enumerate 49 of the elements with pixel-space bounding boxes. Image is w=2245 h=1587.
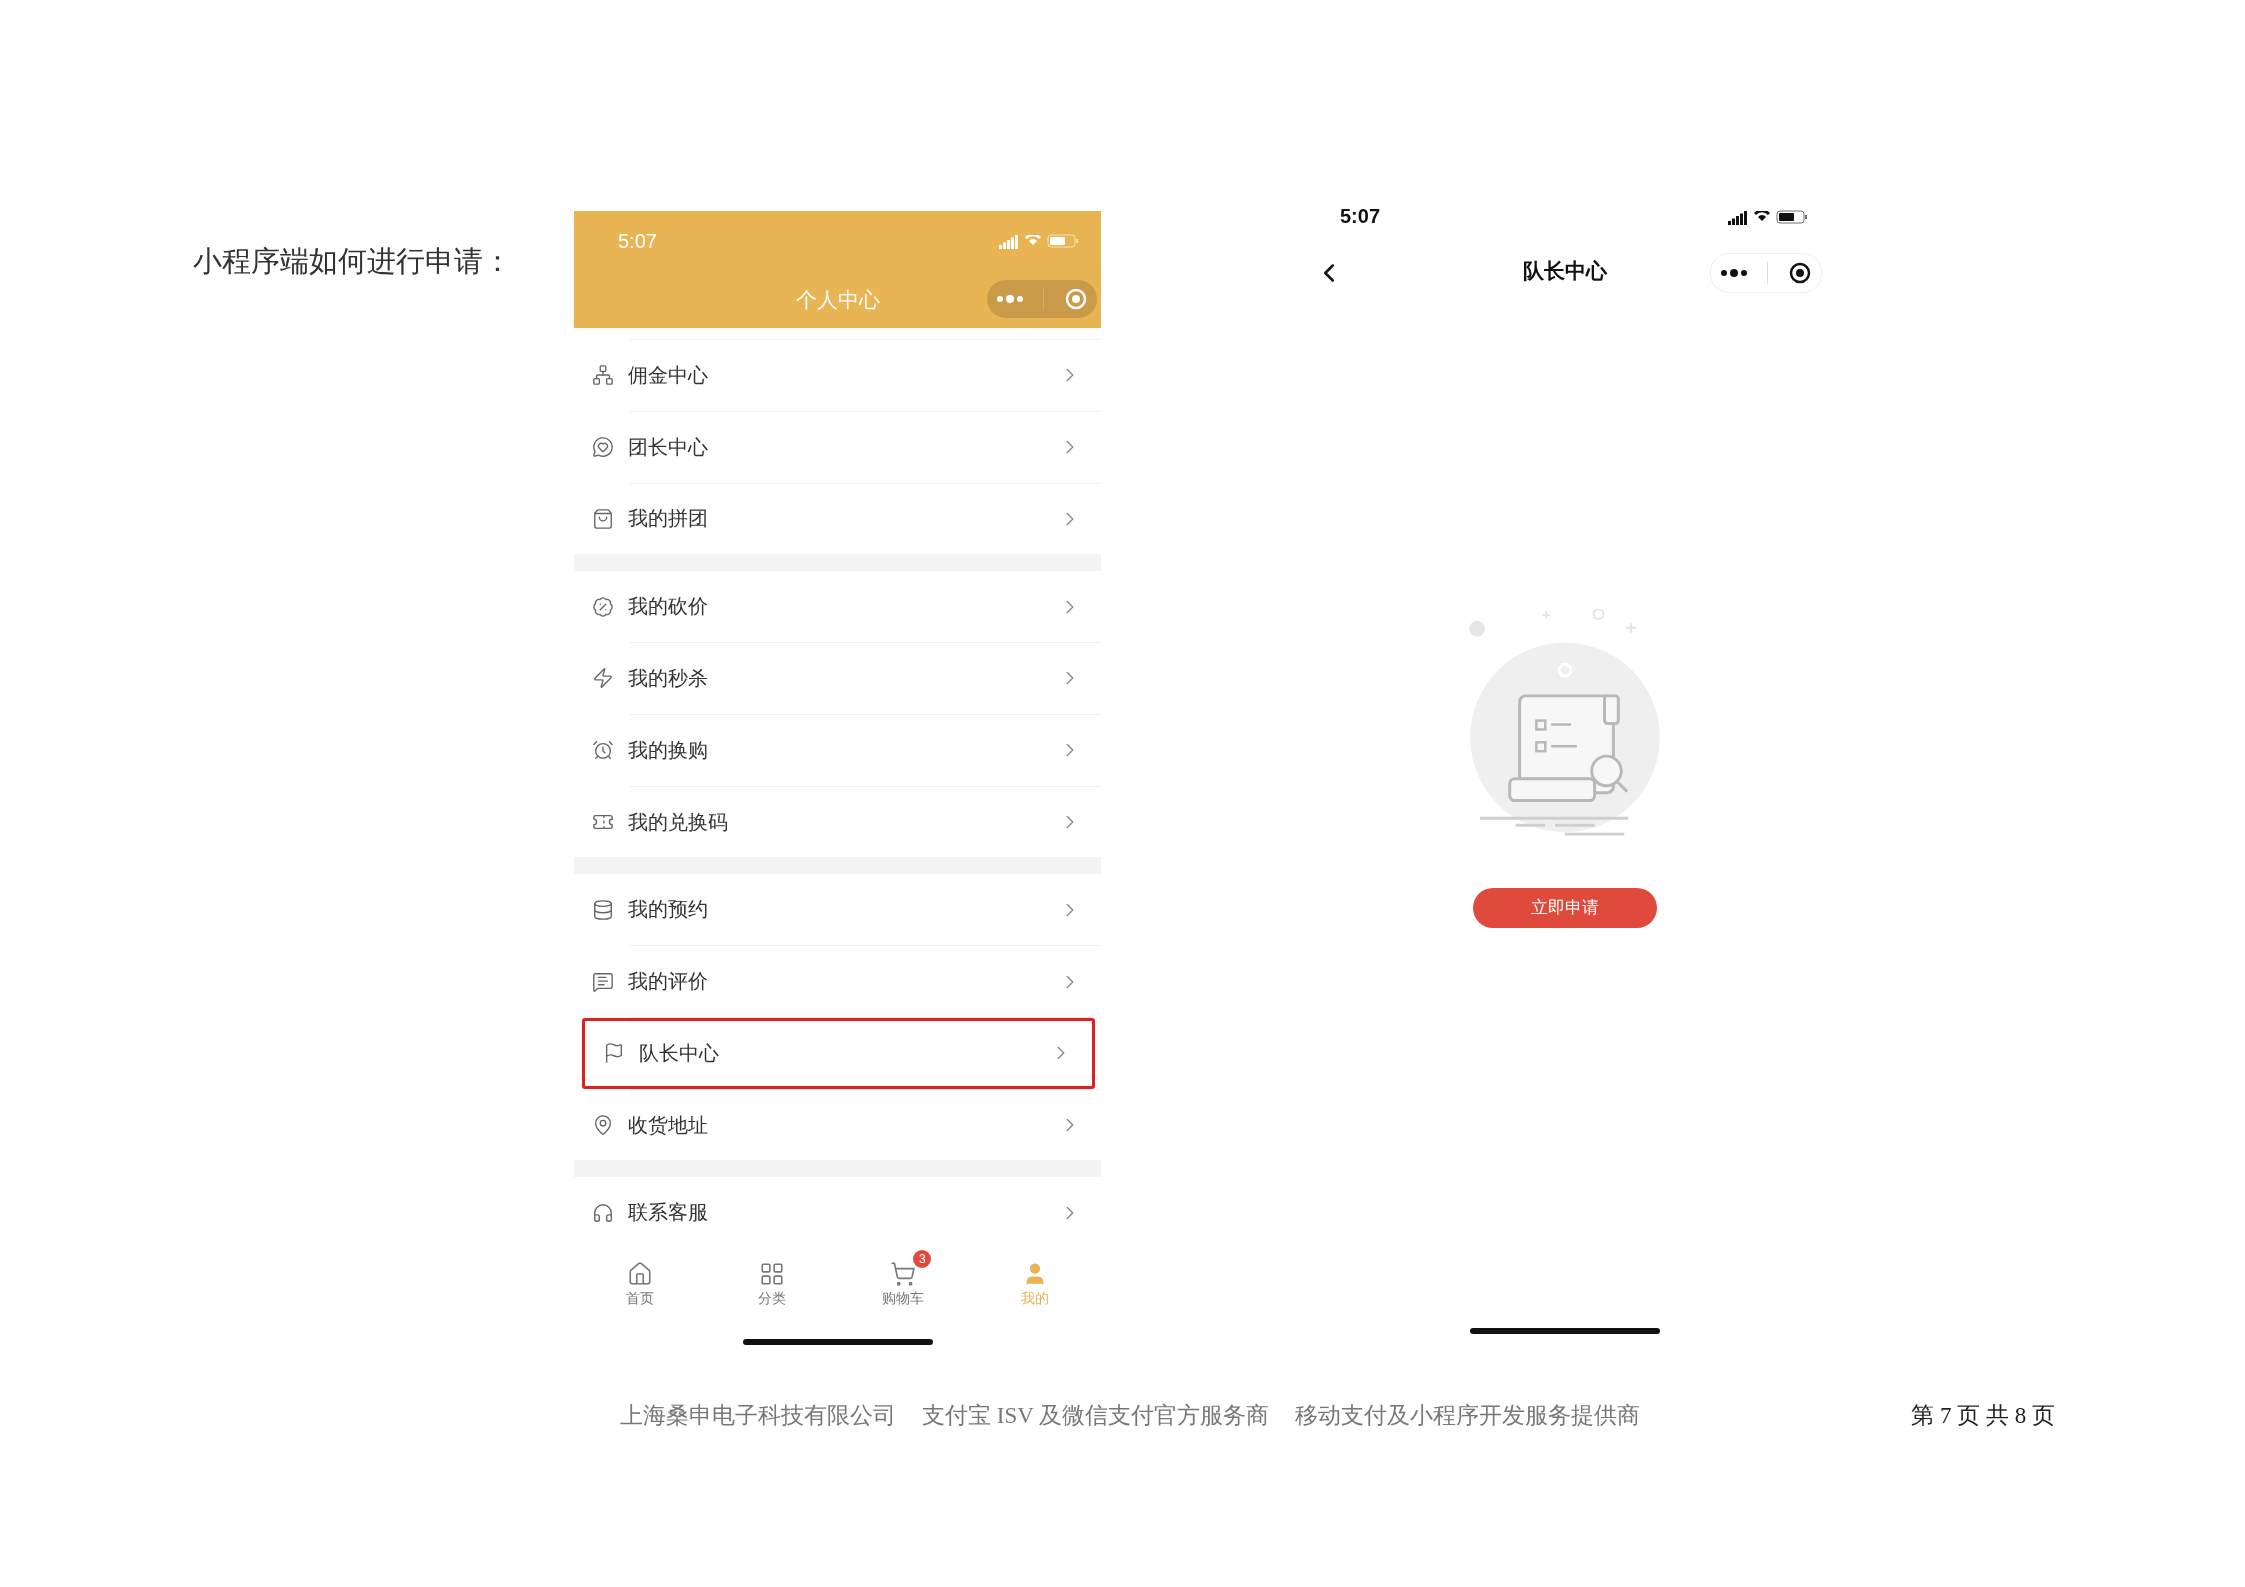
signal-icon xyxy=(1728,208,1748,225)
alarm-clock-icon xyxy=(592,739,614,762)
network-icon xyxy=(592,364,614,387)
menu-item[interactable]: 队长中心 xyxy=(582,1017,1095,1089)
tab-item[interactable]: 分类 xyxy=(705,1248,838,1321)
menu-item[interactable]: 佣金中心 xyxy=(574,339,1101,411)
footer-text: 上海桑申电子科技有限公司 xyxy=(620,1402,896,1430)
signal-icon xyxy=(999,233,1019,249)
menu-item[interactable]: 我的拼团 xyxy=(574,483,1101,555)
home-icon xyxy=(626,1261,653,1288)
page-title: 队长中心 xyxy=(1523,258,1607,285)
close-circle-icon[interactable] xyxy=(1788,261,1811,284)
chat-icon xyxy=(592,970,614,993)
menu-item[interactable]: 我的兑换码 xyxy=(574,786,1101,858)
cart-icon xyxy=(890,1261,917,1288)
page-number: 第 7 页 共 8 页 xyxy=(1911,1402,2055,1430)
location-pin-icon xyxy=(592,1114,614,1137)
menu-item[interactable]: 我的秒杀 xyxy=(574,643,1101,714)
headphones-icon xyxy=(592,1201,614,1224)
tab-item[interactable]: 首页 xyxy=(574,1248,706,1321)
tag-icon xyxy=(592,595,614,618)
apply-button[interactable]: 立即申请 xyxy=(1473,887,1657,929)
menu-item[interactable]: 我的换购 xyxy=(574,714,1101,786)
more-icon[interactable] xyxy=(1721,268,1748,277)
grid-icon xyxy=(758,1261,785,1288)
tab-item[interactable]: 购物车 3 xyxy=(837,1248,970,1321)
page-title: 个人中心 xyxy=(795,286,880,313)
wifi-icon xyxy=(1754,210,1770,223)
menu-item[interactable]: 我的评价 xyxy=(574,946,1101,1017)
battery-icon xyxy=(1047,234,1079,248)
battery-icon xyxy=(1776,209,1808,224)
menu-item[interactable]: 收货地址 xyxy=(574,1089,1101,1161)
coins-icon xyxy=(592,898,614,921)
bag-icon xyxy=(592,507,614,530)
capsule-menu[interactable] xyxy=(1710,252,1822,293)
heart-bubble-icon xyxy=(592,436,614,459)
menu-item[interactable]: 我的预约 xyxy=(574,874,1101,946)
menu-item[interactable]: 联系客服 xyxy=(574,1177,1101,1249)
menu-item[interactable]: 团长中心 xyxy=(574,411,1101,483)
footer-text: 支付宝 ISV 及微信支付官方服务商 xyxy=(922,1402,1270,1430)
flag-icon xyxy=(603,1042,625,1065)
menu-item[interactable]: 我的砍价 xyxy=(574,571,1101,643)
count-badge: 3 xyxy=(913,1250,932,1269)
wifi-icon xyxy=(1025,235,1041,247)
heading-text: 小程序端如何进行申请： xyxy=(193,244,513,279)
lightning-icon xyxy=(592,667,614,690)
status-time: 5:07 xyxy=(618,229,657,253)
footer-text: 移动支付及小程序开发服务提供商 xyxy=(1295,1402,1641,1430)
status-time: 5:07 xyxy=(1340,205,1381,229)
